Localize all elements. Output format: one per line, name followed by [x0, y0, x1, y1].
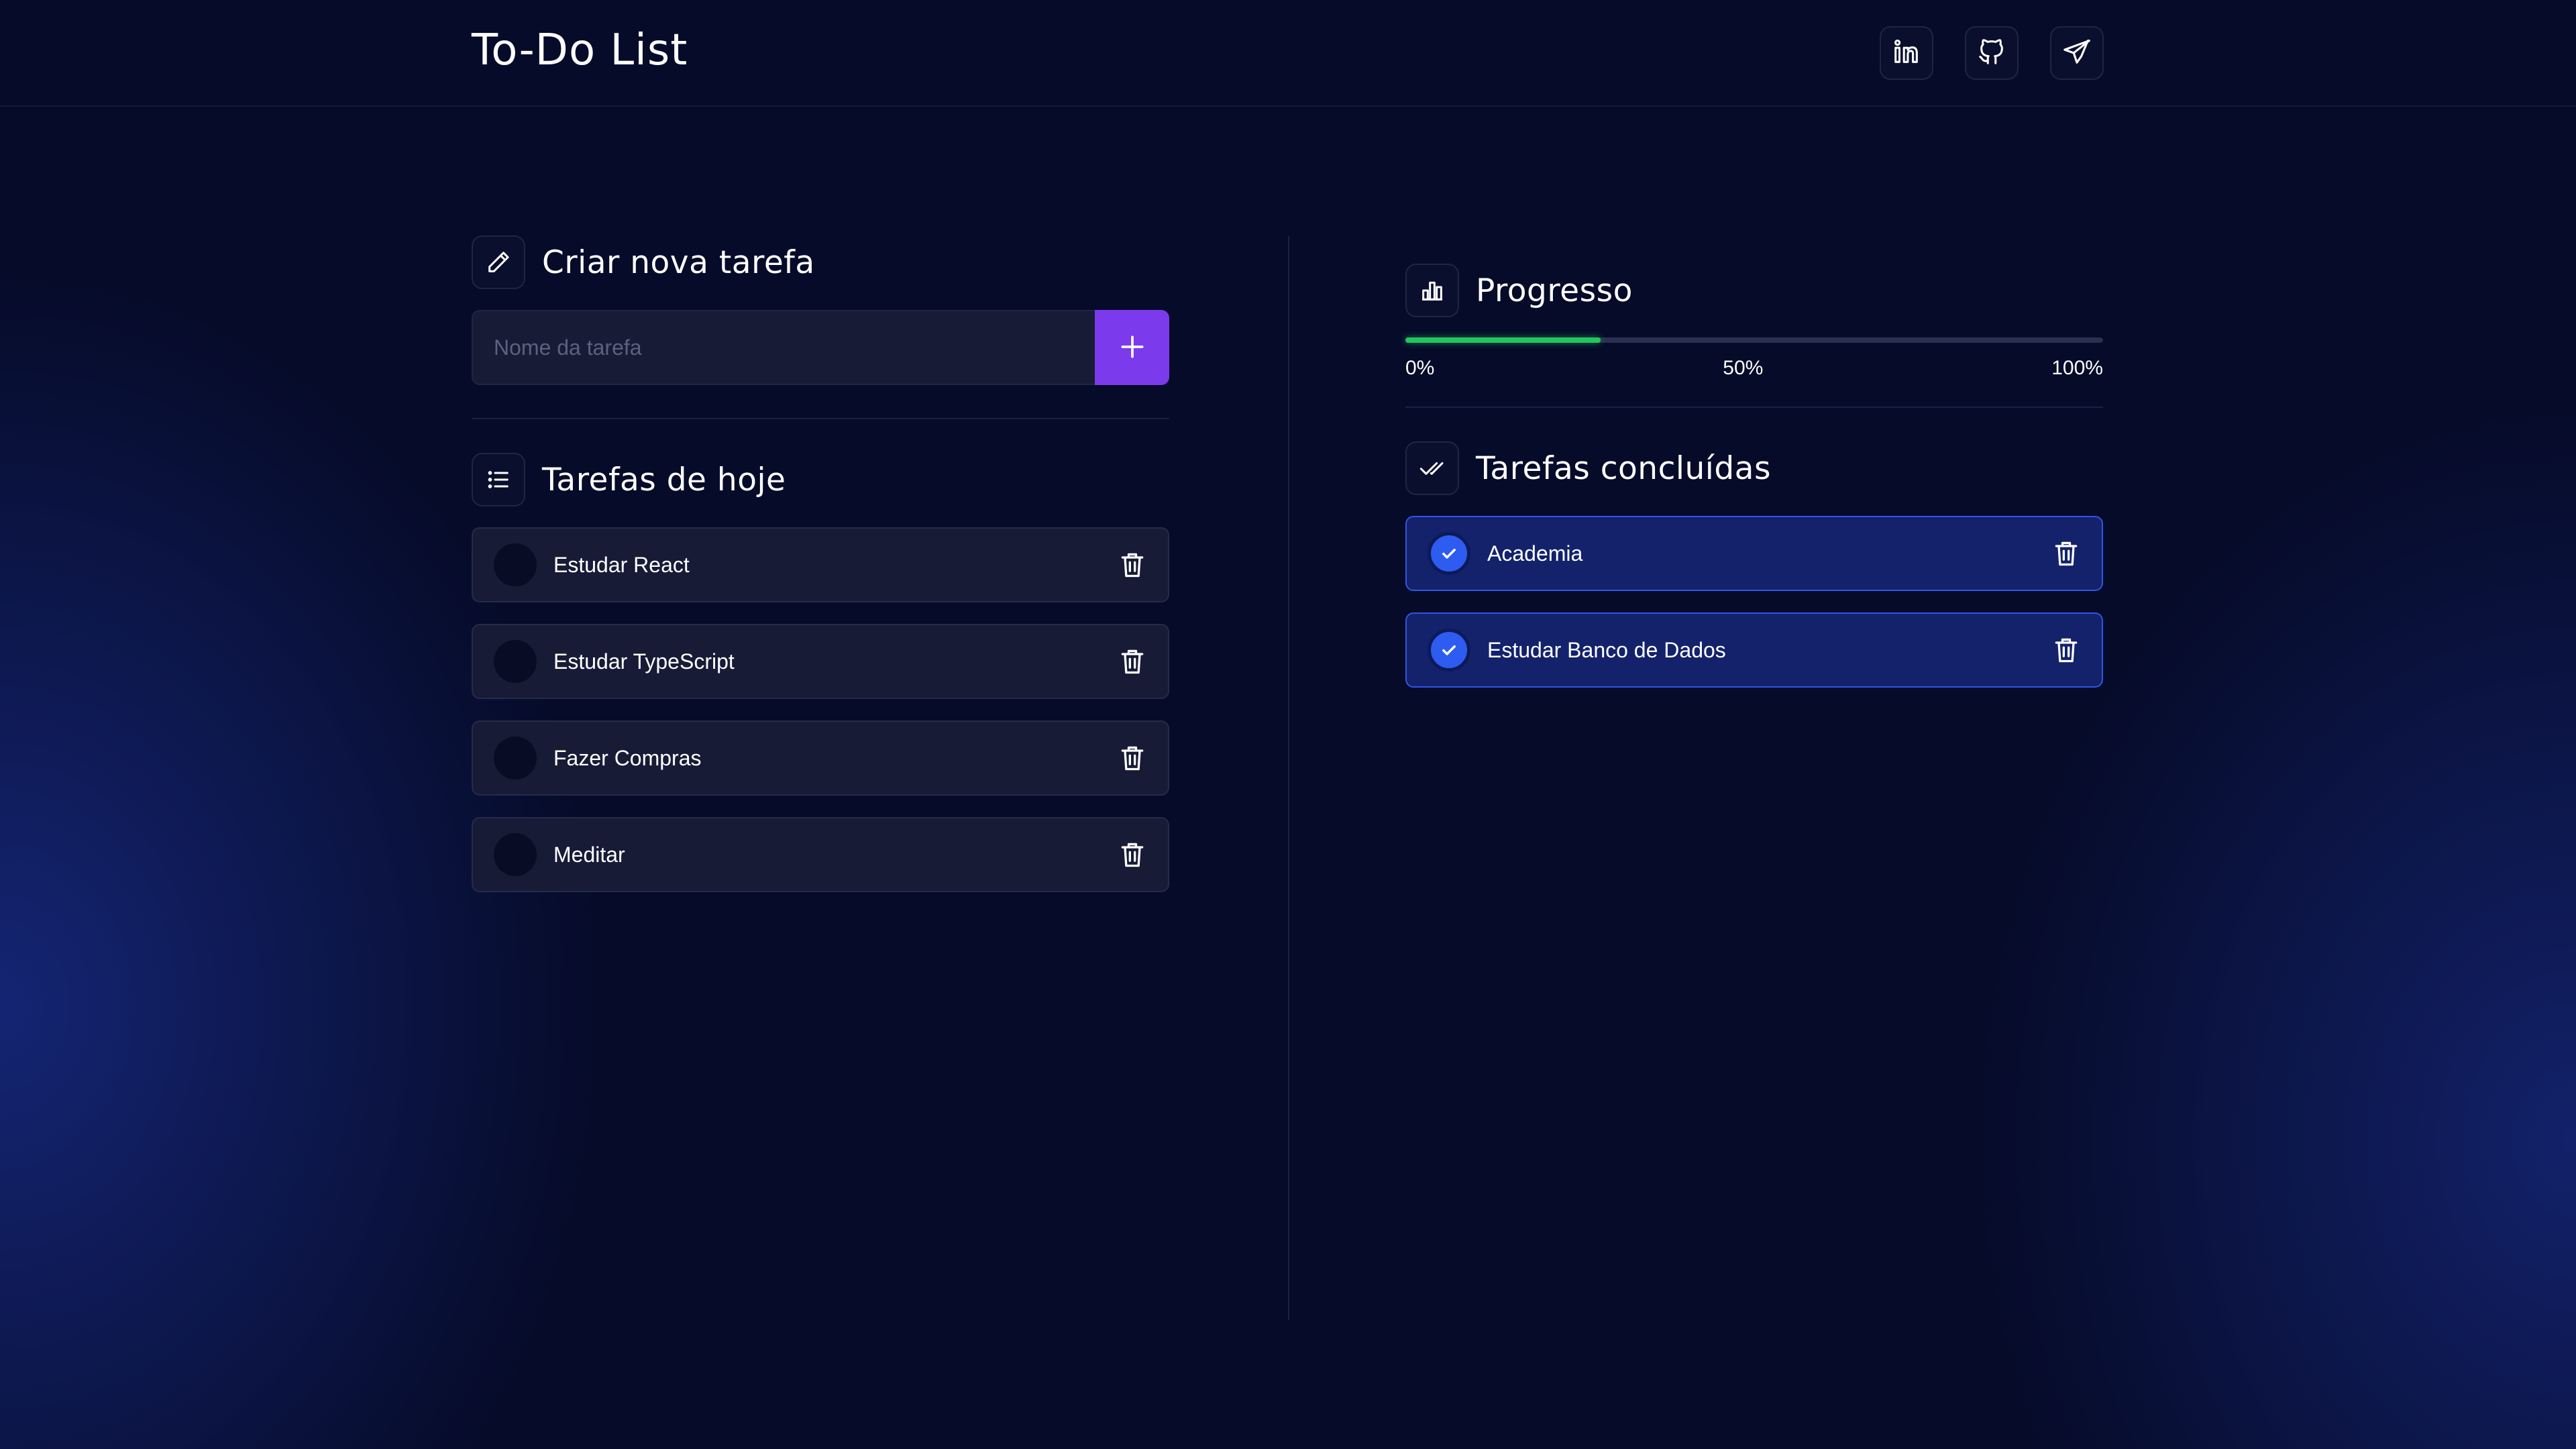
- task-checkbox-checked[interactable]: [1428, 532, 1470, 575]
- telegram-button[interactable]: [2050, 26, 2104, 80]
- today-task-list: Estudar React Estudar TypeScript Fazer C…: [472, 527, 1169, 892]
- task-checkbox[interactable]: [494, 543, 537, 586]
- app-header: To-Do List: [0, 0, 2576, 107]
- list-item: Estudar Banco de Dados: [1405, 612, 2103, 688]
- delete-task-button[interactable]: [2051, 536, 2081, 571]
- task-checkbox-checked[interactable]: [1428, 629, 1470, 672]
- completed-tasks-title: Tarefas concluídas: [1476, 449, 1771, 487]
- task-label: Estudar Banco de Dados: [1487, 637, 1726, 662]
- list-item: Academia: [1405, 516, 2103, 591]
- double-check-icon: [1405, 441, 1459, 495]
- task-label: Academia: [1487, 541, 1583, 566]
- section-divider: [472, 418, 1169, 419]
- progress-header: Progresso: [1405, 263, 2103, 318]
- list-item: Fazer Compras: [472, 720, 1169, 796]
- check-icon: [1442, 549, 1456, 559]
- left-column: Criar nova tarefa Tarefas de hoje E: [472, 235, 1169, 914]
- linkedin-icon: [1891, 36, 1922, 70]
- completed-task-list: Academia Estudar Banco de Dados: [1405, 516, 2103, 688]
- plus-icon: [1118, 332, 1147, 364]
- telegram-icon: [2061, 36, 2092, 70]
- task-label: Fazer Compras: [553, 745, 702, 770]
- task-checkbox[interactable]: [494, 833, 537, 876]
- list-item: Estudar TypeScript: [472, 624, 1169, 699]
- trash-icon: [2055, 638, 2078, 663]
- trash-icon: [1121, 649, 1144, 674]
- task-label: Estudar React: [553, 552, 690, 577]
- create-task-header: Criar nova tarefa: [472, 235, 1169, 290]
- list-item: Estudar React: [472, 527, 1169, 602]
- task-name-input[interactable]: [472, 310, 1095, 385]
- app-title: To-Do List: [472, 25, 688, 75]
- trash-icon: [1121, 746, 1144, 771]
- github-button[interactable]: [1965, 26, 2019, 80]
- delete-task-button[interactable]: [1118, 741, 1147, 775]
- pencil-icon: [472, 235, 525, 289]
- progress-title: Progresso: [1476, 272, 1633, 309]
- right-column: Progresso 0% 50% 100% Tarefas concluídas…: [1405, 263, 2103, 709]
- progress-bar-fill: [1405, 337, 1601, 343]
- progress-scale: 0% 50% 100%: [1405, 357, 2103, 380]
- task-label: Meditar: [553, 842, 625, 867]
- delete-task-button[interactable]: [1118, 837, 1147, 872]
- delete-task-button[interactable]: [1118, 644, 1147, 679]
- linkedin-button[interactable]: [1880, 26, 1933, 80]
- add-task-button[interactable]: [1095, 310, 1169, 385]
- column-divider: [1288, 236, 1289, 1320]
- task-checkbox[interactable]: [494, 737, 537, 780]
- today-tasks-title: Tarefas de hoje: [542, 461, 786, 498]
- check-icon: [1442, 645, 1456, 655]
- new-task-form: [472, 310, 1169, 385]
- delete-task-button[interactable]: [2051, 633, 2081, 667]
- task-label: Estudar TypeScript: [553, 649, 735, 674]
- github-icon: [1976, 36, 2007, 70]
- progress-label-max: 100%: [2051, 357, 2103, 379]
- progress-label-mid: 50%: [1723, 357, 1764, 379]
- bar-chart-icon: [1405, 264, 1459, 317]
- progress-bar: [1405, 337, 2103, 343]
- completed-tasks-header: Tarefas concluídas: [1405, 441, 2103, 496]
- progress-label-min: 0%: [1405, 357, 1435, 379]
- list-icon: [472, 453, 525, 506]
- trash-icon: [1121, 843, 1144, 867]
- trash-icon: [1121, 553, 1144, 578]
- list-item: Meditar: [472, 817, 1169, 892]
- task-checkbox[interactable]: [494, 640, 537, 683]
- trash-icon: [2055, 541, 2078, 566]
- section-divider: [1405, 407, 2103, 408]
- delete-task-button[interactable]: [1118, 547, 1147, 582]
- today-tasks-header: Tarefas de hoje: [472, 452, 1169, 507]
- create-task-title: Criar nova tarefa: [542, 244, 815, 281]
